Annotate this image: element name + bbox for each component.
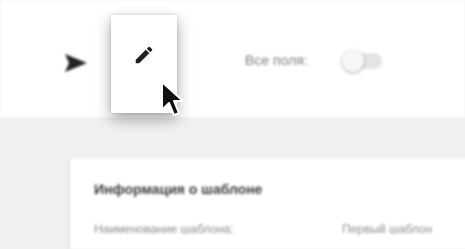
template-info-title: Информация о шаблоне <box>94 181 263 197</box>
page-canvas: Все поля: Информация о шаблоне Наименова… <box>0 0 465 249</box>
edit-button[interactable] <box>111 15 177 113</box>
toolbar: Все поля: <box>0 0 465 119</box>
template-info-card: Информация о шаблоне Наименование шаблон… <box>68 159 465 249</box>
template-name-value: Первый шаблон <box>342 222 433 236</box>
send-button[interactable] <box>58 45 94 81</box>
content-area: Информация о шаблоне Наименование шаблон… <box>0 119 465 249</box>
template-name-label: Наименование шаблона: <box>94 222 234 236</box>
send-icon <box>65 54 87 72</box>
toggle-knob <box>342 50 364 72</box>
all-fields-toggle[interactable] <box>342 50 382 72</box>
all-fields-label: Все поля: <box>245 52 308 68</box>
pencil-icon <box>135 46 153 64</box>
